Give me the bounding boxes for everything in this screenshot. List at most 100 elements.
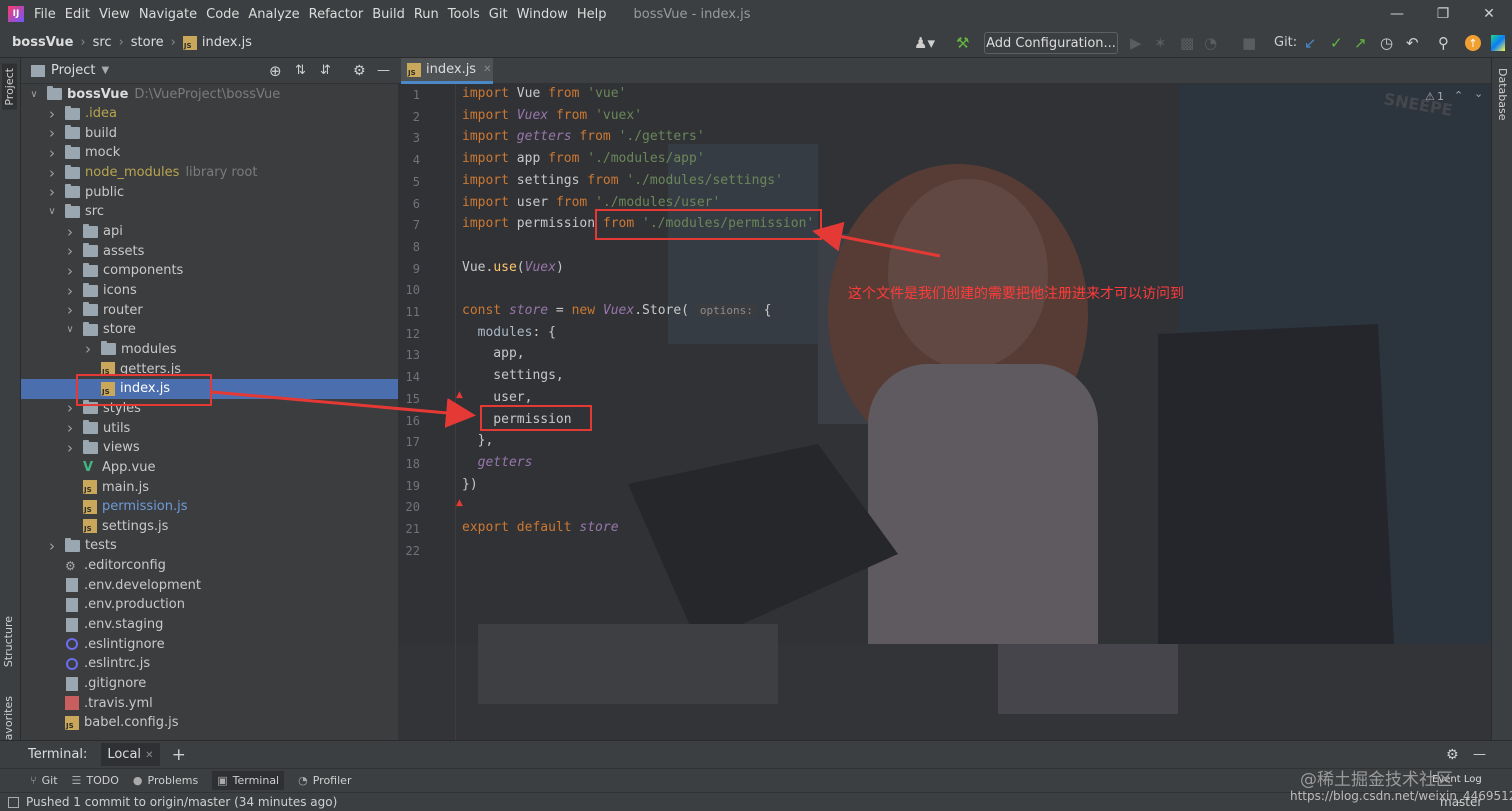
tree-item[interactable]: JS main.js xyxy=(21,477,398,497)
chevron-down-icon[interactable]: ∨ xyxy=(47,206,57,217)
chevron-right-icon[interactable]: › xyxy=(65,399,75,417)
chevron-right-icon[interactable]: › xyxy=(65,419,75,437)
gear-icon[interactable]: ⚙ xyxy=(353,63,366,79)
tree-item[interactable]: › views xyxy=(21,438,398,458)
chevron-right-icon[interactable]: › xyxy=(65,282,75,300)
tree-item[interactable]: › modules xyxy=(21,339,398,359)
menu-item-refactor[interactable]: Refactor xyxy=(309,7,371,22)
git-push-icon[interactable]: ↗ xyxy=(1354,34,1367,52)
tree-item[interactable]: JS babel.config.js xyxy=(21,713,398,733)
tree-item[interactable]: › router xyxy=(21,300,398,320)
chevron-right-icon[interactable]: › xyxy=(47,144,57,162)
chevron-right-icon[interactable]: › xyxy=(65,242,75,260)
build-hammer-icon[interactable]: ⚒ xyxy=(956,34,969,52)
menu-item-file[interactable]: File xyxy=(34,7,63,22)
hide-panel-icon[interactable]: — xyxy=(1473,747,1486,762)
chevron-down-icon[interactable]: ▼ xyxy=(101,65,109,76)
warning-icon[interactable]: ⚠ xyxy=(1425,90,1435,103)
chevron-right-icon[interactable]: › xyxy=(47,183,57,201)
tree-item[interactable]: › assets xyxy=(21,241,398,261)
profile-icon[interactable]: ◔ xyxy=(1204,34,1217,52)
tree-item[interactable]: .env.development xyxy=(21,575,398,595)
tool-window-todo[interactable]: ☰ TODO xyxy=(72,774,119,787)
chevron-right-icon[interactable]: › xyxy=(83,340,93,358)
rollback-icon[interactable]: ↶ xyxy=(1406,34,1419,52)
add-configuration-button[interactable]: Add Configuration... xyxy=(984,32,1118,54)
search-icon[interactable]: ⚲ xyxy=(1438,34,1449,52)
tab-index-js[interactable]: JS index.js ✕ xyxy=(401,58,493,84)
menu-item-git[interactable]: Git xyxy=(489,7,515,22)
tree-item[interactable]: › components xyxy=(21,261,398,281)
tree-item[interactable]: .travis.yml xyxy=(21,693,398,713)
chevron-right-icon[interactable]: › xyxy=(65,223,75,241)
chevron-right-icon[interactable]: › xyxy=(47,124,57,142)
tree-item[interactable]: .eslintrc.js xyxy=(21,654,398,674)
tree-item[interactable]: › .idea xyxy=(21,104,398,124)
breadcrumb-file[interactable]: index.js xyxy=(202,35,252,50)
run-icon[interactable]: ▶ xyxy=(1130,34,1142,52)
menu-item-help[interactable]: Help xyxy=(577,7,614,22)
chevron-right-icon[interactable]: › xyxy=(47,164,57,182)
menu-item-tools[interactable]: Tools xyxy=(448,7,487,22)
tree-item[interactable]: JS permission.js xyxy=(21,497,398,517)
chevron-right-icon[interactable]: › xyxy=(65,439,75,457)
toolbox-icon[interactable] xyxy=(1491,35,1505,51)
breadcrumb-src[interactable]: src xyxy=(93,35,112,50)
maximize-button[interactable]: ❐ xyxy=(1420,0,1466,28)
chevron-down-icon[interactable]: ∨ xyxy=(29,89,39,100)
tool-window-terminal[interactable]: ▣ Terminal xyxy=(212,771,285,790)
breadcrumb-store[interactable]: store xyxy=(131,35,164,50)
tree-item[interactable]: V App.vue xyxy=(21,457,398,477)
collapse-all-icon[interactable]: ⇵ xyxy=(320,63,331,78)
tree-item[interactable]: › mock xyxy=(21,143,398,163)
chevron-right-icon[interactable]: › xyxy=(65,262,75,280)
close-tab-icon[interactable]: ✕ xyxy=(483,64,491,75)
terminal-tab-local[interactable]: Local ✕ xyxy=(101,743,160,766)
tree-item[interactable]: › icons xyxy=(21,281,398,301)
git-commit-icon[interactable]: ✓ xyxy=(1330,34,1343,52)
menu-item-code[interactable]: Code xyxy=(206,7,246,22)
stop-icon[interactable]: ■ xyxy=(1242,34,1256,52)
user-icon[interactable]: ♟▾ xyxy=(914,34,935,52)
menu-item-edit[interactable]: Edit xyxy=(65,7,97,22)
minimize-button[interactable]: — xyxy=(1374,0,1420,28)
menu-item-build[interactable]: Build xyxy=(372,7,412,22)
code-editor[interactable]: SNEEPE 1 2 3 4 5 6 7 8 9 10 11 12 13 14 15 16 17 18 19 20 21… xyxy=(398,84,1491,740)
menu-item-window[interactable]: Window xyxy=(517,7,575,22)
status-message[interactable]: Pushed 1 commit to origin/master (34 min… xyxy=(26,795,337,809)
expand-all-icon[interactable]: ⇅ xyxy=(295,63,306,78)
status-toggle-icon[interactable] xyxy=(8,796,19,808)
tree-item[interactable]: ∨ bossVue D:\VueProject\bossVue xyxy=(21,84,398,104)
tree-item[interactable]: › build xyxy=(21,123,398,143)
tool-window-git[interactable]: ⑂ Git xyxy=(30,774,58,787)
favorites-tool-button[interactable]: Favorites xyxy=(2,696,15,746)
structure-tool-button[interactable]: Structure xyxy=(2,616,15,667)
history-icon[interactable]: ◷ xyxy=(1380,34,1393,52)
close-window-button[interactable]: ✕ xyxy=(1466,0,1512,28)
coverage-icon[interactable]: ▩ xyxy=(1180,34,1194,52)
new-terminal-icon[interactable]: + xyxy=(172,745,186,765)
tree-item[interactable]: ⚙ .editorconfig xyxy=(21,556,398,576)
chevron-right-icon[interactable]: › xyxy=(47,105,57,123)
tree-item[interactable]: .gitignore xyxy=(21,674,398,694)
close-tab-icon[interactable]: ✕ xyxy=(145,750,153,761)
update-icon[interactable]: ↑ xyxy=(1465,35,1481,51)
breadcrumb-project[interactable]: bossVue xyxy=(12,35,73,50)
debug-icon[interactable]: ✶ xyxy=(1154,34,1167,52)
tree-item[interactable]: › utils xyxy=(21,418,398,438)
menu-item-navigate[interactable]: Navigate xyxy=(139,7,204,22)
tree-item[interactable]: .env.staging xyxy=(21,615,398,635)
chevron-down-icon[interactable]: ∨ xyxy=(65,324,75,335)
menu-item-analyze[interactable]: Analyze xyxy=(248,7,306,22)
tree-item[interactable]: .eslintignore xyxy=(21,634,398,654)
locate-icon[interactable]: ⊕ xyxy=(269,62,282,80)
tree-item[interactable]: .env.production xyxy=(21,595,398,615)
tree-item[interactable]: › api xyxy=(21,222,398,242)
gear-icon[interactable]: ⚙ xyxy=(1446,747,1459,763)
tree-item[interactable]: › node_modules library root xyxy=(21,163,398,183)
chevron-right-icon[interactable]: › xyxy=(47,537,57,555)
chevron-right-icon[interactable]: › xyxy=(65,301,75,319)
tree-item[interactable]: ∨ store xyxy=(21,320,398,340)
hide-panel-icon[interactable]: — xyxy=(377,63,390,78)
database-tool-button[interactable]: Database xyxy=(1496,68,1509,121)
